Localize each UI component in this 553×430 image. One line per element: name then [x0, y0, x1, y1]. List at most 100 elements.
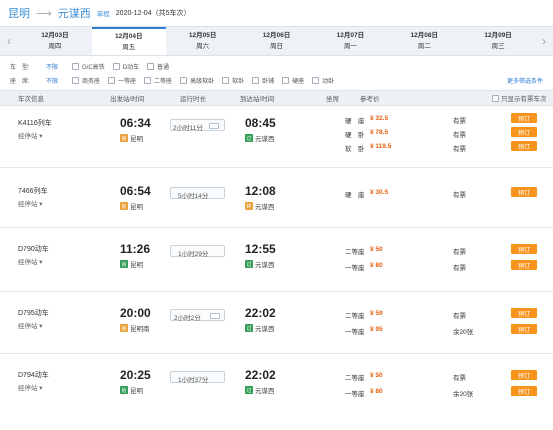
ticket-availability: 有票: [453, 265, 466, 272]
filter-label: 车 型:: [10, 64, 30, 71]
filter-any-seat[interactable]: 不限: [46, 76, 58, 85]
date-tab-date: 12月03日: [41, 32, 69, 39]
ticket-availability: 有票: [453, 192, 466, 199]
arrow-icon: ⟶: [36, 7, 52, 20]
seat-price: ¥ 119.5: [370, 143, 392, 150]
date-bar: ‹ 12月03日 周四 12月04日 周五 12月05日 周六 12月06日 周日 12…: [0, 26, 553, 56]
book-button[interactable]: 预订: [511, 386, 537, 396]
col-dur[interactable]: 运行时长: [180, 93, 206, 103]
train-number[interactable]: D795动车: [18, 308, 49, 318]
ticket-availability: 余20张: [453, 391, 474, 398]
pass-icon: 过: [245, 324, 253, 332]
terminal-icon: 终: [245, 202, 253, 210]
arrival-time: 22:02: [245, 306, 276, 320]
date-tab-selected[interactable]: 12月04日 周五: [91, 27, 166, 55]
date-tab[interactable]: 12月09日 周三: [461, 27, 535, 55]
date-tab[interactable]: 12月08日 周二: [387, 27, 461, 55]
duration: 2小时2分: [174, 315, 201, 322]
arrival-station-name: 元谋西: [255, 136, 275, 143]
departure-time: 20:25: [120, 368, 151, 382]
filter-checkbox[interactable]: 商务座: [72, 76, 100, 85]
book-button[interactable]: 预订: [511, 127, 537, 137]
filter-option-label: 硬座: [292, 78, 305, 85]
departure-station: 始昆明: [120, 201, 143, 211]
train-icon: [210, 313, 220, 319]
checkbox-icon: [222, 76, 230, 84]
date-tab[interactable]: 12月03日 周四: [18, 27, 92, 55]
seat-class: 二等座: [345, 249, 365, 256]
departure-station-name: 昆明: [130, 262, 143, 269]
filter-checkbox[interactable]: 软卧: [222, 76, 244, 85]
book-button[interactable]: 预订: [511, 324, 537, 334]
stops-link[interactable]: 经停站 ▾: [18, 198, 43, 208]
stops-link[interactable]: 经停站 ▾: [18, 130, 43, 140]
seat-price: ¥ 30.5: [370, 189, 389, 196]
date-tab-date: 12月09日: [484, 32, 512, 39]
checkbox-icon: [147, 62, 155, 70]
checkbox-icon: [312, 76, 320, 84]
filter-option-label: 一等座: [118, 78, 137, 85]
departure-station: 始昆明: [120, 385, 143, 395]
origin-icon: 始: [120, 134, 128, 142]
filter-checkbox[interactable]: 硬座: [282, 76, 304, 85]
col-arr[interactable]: 到达站/时间: [240, 93, 274, 103]
chevron-right-icon[interactable]: ›: [535, 27, 553, 55]
checkbox-icon: [144, 76, 152, 84]
filter-option-label: G/C高铁: [82, 64, 105, 71]
stops-label: 经停站: [18, 133, 38, 140]
arrival-station-name: 元谋西: [255, 204, 275, 211]
book-button[interactable]: 预订: [511, 370, 537, 380]
to-city[interactable]: 元谋西: [58, 5, 91, 21]
stops-label: 经停站: [18, 201, 38, 208]
table-row: D795动车 经停站 ▾ 20:00 始昆明南 2小时2分 22:02 过元谋西…: [0, 292, 553, 354]
table-row: D794动车 经停站 ▾ 20:25 始昆明 1小时37分 22:02 过元谋西…: [0, 354, 553, 414]
filter-checkbox[interactable]: 动卧: [312, 76, 334, 85]
date-tab[interactable]: 12月06日 周日: [240, 27, 314, 55]
train-number[interactable]: D790动车: [18, 244, 49, 254]
arrival-station: 终元谋西: [245, 201, 275, 211]
train-number[interactable]: D794动车: [18, 370, 49, 380]
from-city[interactable]: 昆明: [8, 5, 30, 21]
more-filters-link[interactable]: 更多筛选条件: [507, 76, 543, 85]
duration: 1小时37分: [178, 377, 209, 384]
date-tab[interactable]: 12月07日 周一: [313, 27, 387, 55]
train-number[interactable]: 7466列车: [18, 186, 48, 196]
filter-checkbox[interactable]: 一等座: [108, 76, 136, 85]
seat-price: ¥ 80: [370, 388, 383, 395]
only-available-toggle[interactable]: 只显示有票车次: [492, 93, 547, 103]
book-button[interactable]: 预订: [511, 187, 537, 197]
date-info: 2020-12-04（共5车次）: [115, 10, 191, 17]
book-button[interactable]: 预订: [511, 141, 537, 151]
book-button[interactable]: 预订: [511, 260, 537, 270]
train-number[interactable]: K4116列车: [18, 118, 52, 128]
date-tab-weekday: 周二: [417, 43, 431, 50]
train-type-filter: 车 型: 不限 G/C高铁 D动车 普通: [10, 59, 543, 73]
checkbox-icon: [180, 76, 188, 84]
seat-class: 二等座: [345, 375, 365, 382]
filter-panel: 车 型: 不限 G/C高铁 D动车 普通 座 席: 不限 商务座 一等座 二等座…: [0, 56, 553, 90]
col-train: 车次信息: [18, 96, 44, 103]
origin-icon: 始: [120, 386, 128, 394]
col-dep[interactable]: 出发站/时间: [110, 93, 144, 103]
filter-checkbox[interactable]: 卧铺: [252, 76, 274, 85]
filter-checkbox[interactable]: G/C高铁: [72, 62, 105, 71]
departure-station-name: 昆明: [130, 204, 143, 211]
chevron-left-icon[interactable]: ‹: [0, 27, 18, 55]
filter-checkbox[interactable]: 二等座: [144, 76, 172, 85]
train-icon: [209, 123, 219, 129]
only-available-label: 只显示有票车次: [501, 96, 547, 103]
date-tab[interactable]: 12月05日 周六: [166, 27, 240, 55]
filter-checkbox[interactable]: 普通: [147, 62, 169, 71]
stops-link[interactable]: 经停站 ▾: [18, 256, 43, 266]
book-button[interactable]: 预订: [511, 308, 537, 318]
stops-link[interactable]: 经停站 ▾: [18, 382, 43, 392]
filter-checkbox[interactable]: D动车: [112, 62, 139, 71]
checkbox-icon: [72, 62, 80, 70]
filter-option-label: 卧铺: [262, 78, 275, 85]
stops-link[interactable]: 经停站 ▾: [18, 320, 43, 330]
book-button[interactable]: 预订: [511, 244, 537, 254]
filter-any-type[interactable]: 不限: [46, 62, 58, 71]
book-button[interactable]: 预订: [511, 113, 537, 123]
filter-checkbox[interactable]: 高级软卧: [180, 76, 214, 85]
col-price: 参考价: [360, 96, 380, 103]
